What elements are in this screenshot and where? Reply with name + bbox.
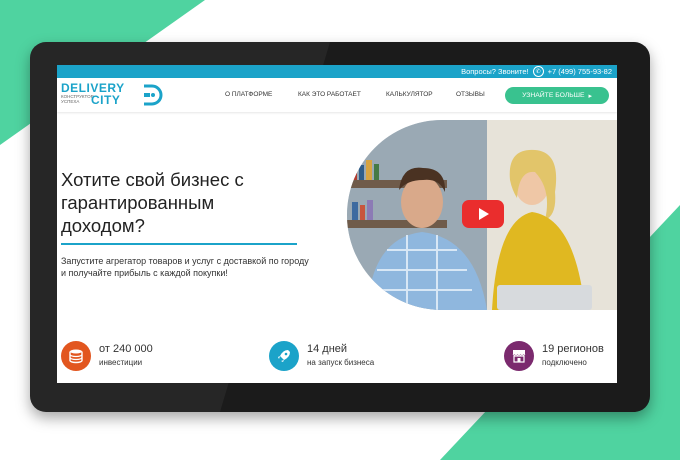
play-icon [479, 208, 489, 220]
logo-word-city: CITY [91, 93, 121, 107]
storefront-icon [504, 341, 534, 371]
stat-value: от 240 000 [99, 343, 153, 355]
website-screen: Вопросы? Звоните! ✆ +7 (499) 755-93-82 D… [57, 65, 617, 383]
phone-number[interactable]: +7 (499) 755-93-82 [548, 67, 612, 76]
stat-value: 14 дней [307, 343, 348, 355]
hero-subtitle: Запустите агрегатор товаров и услуг с до… [61, 256, 309, 278]
nav-item-how-it-works[interactable]: Как это работает [298, 91, 361, 98]
logo-subtitle: конструктор успеха [61, 94, 94, 104]
stat-value: 19 регионов [542, 343, 604, 355]
nav-item-platform[interactable]: О платформе [225, 91, 272, 98]
learn-more-button[interactable]: Узнайте больше ▸ [505, 87, 609, 104]
stat-label: инвестиции [99, 358, 143, 367]
stat-investment: от 240 000 инвестиции [61, 341, 153, 371]
stat-label: на запуск бизнеса [307, 358, 375, 367]
hero-divider [61, 243, 297, 245]
chevron-right-icon: ▸ [588, 92, 592, 100]
nav-item-calculator[interactable]: Калькулятор [386, 91, 433, 98]
stat-label: подключено [542, 358, 587, 367]
main-navigation: DELIVERY конструктор успеха CITY О платф… [57, 78, 617, 112]
stat-regions: 19 регионов подключено [504, 341, 604, 371]
phone-icon: ✆ [532, 66, 544, 77]
contact-question: Вопросы? Звоните! [461, 67, 529, 76]
learn-more-label: Узнайте больше [522, 92, 585, 99]
rocket-icon [269, 341, 299, 371]
coins-icon [61, 341, 91, 371]
top-contact-bar: Вопросы? Звоните! ✆ +7 (499) 755-93-82 [57, 65, 617, 78]
stat-launch: 14 дней на запуск бизнеса [269, 341, 374, 371]
logo[interactable]: DELIVERY конструктор успеха CITY [61, 81, 171, 109]
play-video-button[interactable] [462, 200, 504, 228]
nav-item-reviews[interactable]: Отзывы [456, 91, 485, 98]
hero-title: Хотите свой бизнес с гарантированным дох… [61, 169, 244, 236]
logo-mark-icon [144, 84, 163, 106]
